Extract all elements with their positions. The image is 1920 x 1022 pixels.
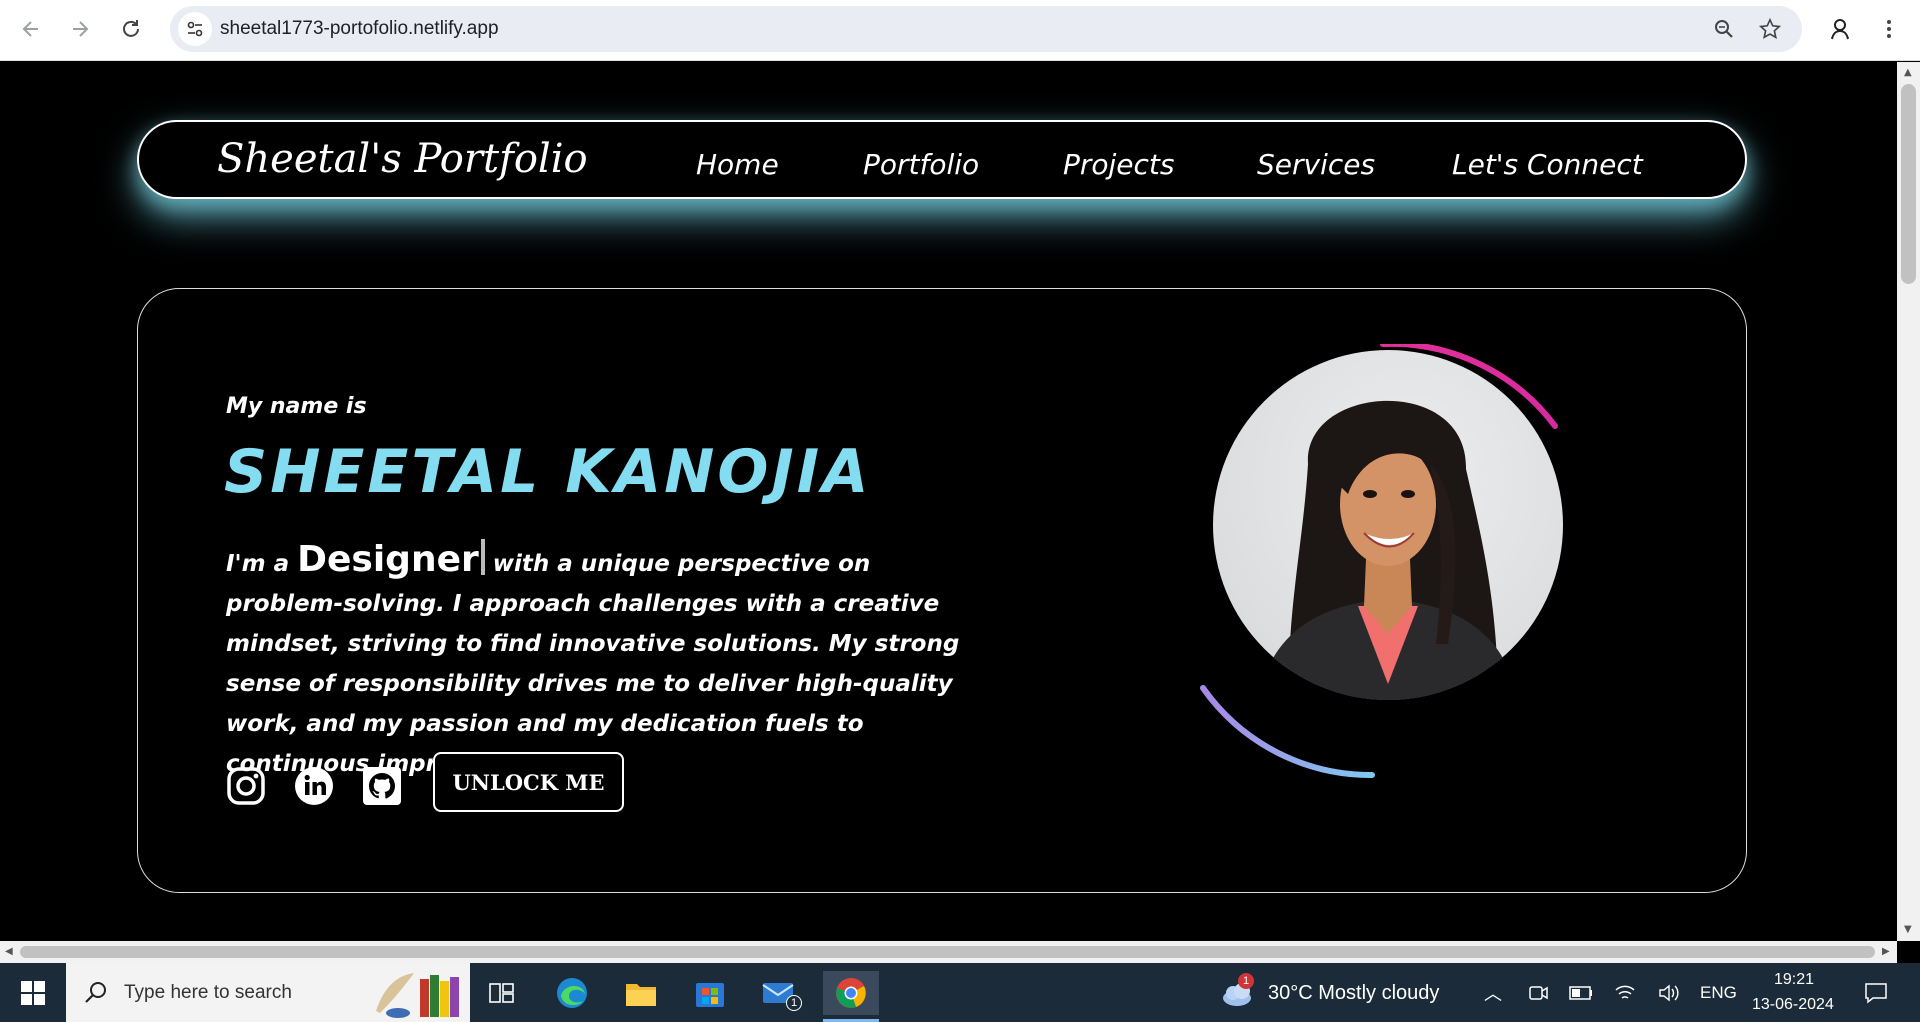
clock-date[interactable]: 13-06-2024 bbox=[1752, 996, 1834, 1014]
search-icon bbox=[85, 982, 106, 1003]
start-button[interactable] bbox=[0, 963, 66, 1022]
page-viewport: Sheetal's Portfolio Home Portfolio Proje… bbox=[0, 62, 1897, 941]
nav-link-services[interactable]: Services bbox=[1257, 148, 1375, 181]
bio-text: with a unique perspective on problem-sol… bbox=[226, 551, 960, 777]
profile-avatar-icon[interactable] bbox=[1823, 12, 1857, 46]
windows-logo-icon bbox=[21, 980, 45, 1005]
windows-taskbar: Type here to search 1 1 30°C Mostly clou… bbox=[0, 963, 1920, 1022]
typed-role: Designer bbox=[297, 539, 479, 580]
chrome-taskbar-icon[interactable] bbox=[823, 971, 879, 1015]
hero-bio: I'm a Designer with a unique perspective … bbox=[226, 539, 966, 784]
task-view-icon[interactable] bbox=[478, 971, 526, 1015]
decorative-arc-bottom bbox=[1200, 685, 1375, 779]
browser-menu-icon[interactable] bbox=[1872, 12, 1906, 46]
zoom-icon[interactable] bbox=[1710, 15, 1738, 43]
edge-browser-icon[interactable] bbox=[548, 971, 596, 1015]
nav-link-lets-connect[interactable]: Let's Connect bbox=[1452, 148, 1643, 181]
bookmark-star-icon[interactable] bbox=[1756, 15, 1784, 43]
github-icon[interactable] bbox=[362, 766, 402, 806]
hero-name: SHEETAL KANOJIA bbox=[224, 437, 872, 507]
taskbar-search-box[interactable]: Type here to search bbox=[66, 963, 470, 1022]
back-button[interactable] bbox=[14, 12, 48, 46]
horizontal-scroll-thumb[interactable] bbox=[20, 946, 1875, 958]
site-navbar: Sheetal's Portfolio Home Portfolio Proje… bbox=[137, 120, 1747, 199]
clock-time[interactable]: 19:21 bbox=[1774, 971, 1814, 989]
vertical-scroll-thumb[interactable] bbox=[1901, 84, 1916, 284]
meet-now-icon[interactable] bbox=[1526, 971, 1550, 1015]
instagram-icon[interactable] bbox=[226, 766, 266, 806]
typing-caret bbox=[480, 539, 485, 575]
unlock-me-button[interactable]: UNLOCK ME bbox=[433, 752, 624, 812]
weather-text[interactable]: 30°C Mostly cloudy bbox=[1268, 982, 1439, 1005]
vertical-scrollbar[interactable]: ▲ ▼ bbox=[1897, 62, 1920, 941]
address-bar[interactable]: sheetal1773-portofolio.netlify.app bbox=[170, 6, 1802, 52]
forward-button[interactable] bbox=[63, 12, 97, 46]
site-info-button[interactable] bbox=[178, 12, 212, 46]
url-text[interactable]: sheetal1773-portofolio.netlify.app bbox=[220, 18, 499, 40]
search-highlight-illustration bbox=[376, 973, 459, 1018]
forward-arrow-icon bbox=[73, 21, 89, 37]
linkedin-icon[interactable] bbox=[294, 766, 334, 806]
bio-prefix: I'm a bbox=[226, 551, 290, 577]
nav-link-projects[interactable]: Projects bbox=[1063, 148, 1175, 181]
site-brand[interactable]: Sheetal's Portfolio bbox=[217, 136, 588, 182]
search-placeholder[interactable]: Type here to search bbox=[124, 982, 292, 1004]
language-indicator[interactable]: ENG bbox=[1700, 983, 1737, 1003]
weather-badge: 1 bbox=[1238, 973, 1254, 989]
greeting-text: My name is bbox=[226, 394, 367, 419]
wifi-icon[interactable] bbox=[1610, 971, 1640, 1015]
weather-cloud-icon[interactable]: 1 bbox=[1218, 971, 1258, 1015]
scroll-right-icon[interactable]: ▶ bbox=[1882, 946, 1890, 957]
back-arrow-icon bbox=[22, 21, 38, 37]
nav-link-portfolio[interactable]: Portfolio bbox=[863, 148, 979, 181]
profile-photo bbox=[1213, 350, 1563, 700]
notifications-icon[interactable] bbox=[1858, 971, 1894, 1015]
volume-icon[interactable] bbox=[1654, 971, 1684, 1015]
scroll-down-icon[interactable]: ▼ bbox=[1904, 924, 1912, 935]
horizontal-scrollbar[interactable]: ◀ ▶ bbox=[0, 941, 1897, 963]
tray-chevron-icon[interactable]: ︿ bbox=[1484, 980, 1502, 1006]
mail-icon[interactable]: 1 bbox=[755, 971, 803, 1015]
tune-icon bbox=[187, 21, 203, 37]
hero-card: My name is SHEETAL KANOJIA I'm a Designe… bbox=[137, 288, 1747, 893]
microsoft-store-icon[interactable] bbox=[686, 971, 734, 1015]
profile-photo-frame bbox=[1198, 340, 1618, 804]
browser-toolbar: sheetal1773-portofolio.netlify.app bbox=[0, 0, 1920, 61]
reload-icon bbox=[123, 20, 139, 37]
file-explorer-icon[interactable] bbox=[617, 971, 665, 1015]
nav-link-home[interactable]: Home bbox=[696, 148, 779, 181]
mail-badge: 1 bbox=[786, 995, 802, 1011]
scroll-left-icon[interactable]: ◀ bbox=[5, 946, 13, 957]
battery-icon[interactable] bbox=[1566, 971, 1596, 1015]
reload-button[interactable] bbox=[114, 12, 148, 46]
scroll-up-icon[interactable]: ▲ bbox=[1904, 67, 1912, 78]
